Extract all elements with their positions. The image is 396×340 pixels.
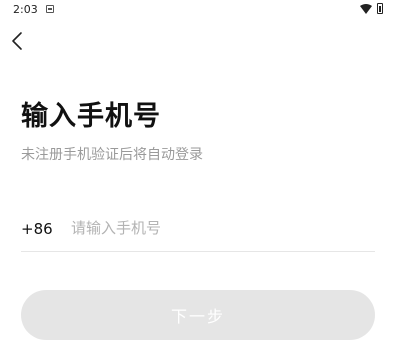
notification-icon bbox=[46, 5, 54, 13]
phone-input-row: +86 bbox=[21, 206, 375, 252]
back-button[interactable] bbox=[8, 28, 28, 54]
status-bar: 2:03 bbox=[0, 0, 396, 20]
country-code[interactable]: +86 bbox=[21, 220, 53, 238]
status-time: 2:03 bbox=[13, 3, 38, 16]
phone-input[interactable] bbox=[71, 216, 361, 240]
page-subtitle: 未注册手机验证后将自动登录 bbox=[21, 147, 203, 163]
page-title: 输入手机号 bbox=[21, 101, 161, 132]
wifi-icon bbox=[360, 4, 372, 14]
chevron-left-icon bbox=[12, 32, 22, 50]
battery-icon bbox=[377, 3, 383, 14]
next-button[interactable]: 下一步 bbox=[21, 290, 375, 340]
